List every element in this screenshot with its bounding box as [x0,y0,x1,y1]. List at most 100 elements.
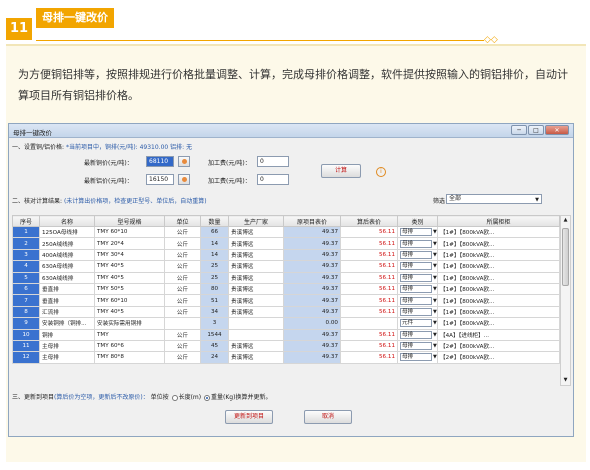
cell-category[interactable]: 母排 ▼ [397,294,438,307]
scrollbar-thumb[interactable] [562,228,569,286]
copper-price-input[interactable]: 68110 [146,156,174,167]
cell-category[interactable]: 母排 ▼ [397,271,438,284]
cell-category[interactable]: 母排 ▼ [397,282,438,296]
copper-price-label: 最新铜价(元/吨)： [84,160,133,167]
cell-maker: 贵溪博远 [228,339,284,353]
copper-fee-input[interactable]: 0 [257,156,289,167]
table-row[interactable]: 1 125OA母线排 TMY 60*10 公斤 66 贵溪博远 49.37 56.11 母排 ▼ 【… [12,225,560,239]
aluminum-price-input[interactable]: 16150 [146,174,174,185]
category-select[interactable]: 母排 [400,353,432,362]
column-header[interactable]: 序号 [12,215,40,227]
chevron-down-icon: ▼ [433,320,437,327]
cell-name: 垂直排 [39,282,95,296]
cell-name: 630A母线排 [39,260,95,273]
cell-qty: 51 [200,294,229,307]
column-header[interactable]: 所属柜柜 [437,215,560,227]
aluminum-picker-icon[interactable] [178,174,190,185]
category-select[interactable]: 母排 [400,285,432,294]
cell-spec: 安装实际需用铜排 [94,317,165,330]
section-divider [36,40,484,41]
cell-qty: 1544 [200,328,229,341]
cancel-button[interactable]: 取消 [304,410,352,424]
column-header[interactable]: 数量 [200,215,229,227]
cell-category[interactable]: 母排 ▼ [397,305,438,319]
cell-orig-price: 49.37 [283,328,341,341]
column-header[interactable]: 单位 [164,215,201,227]
cell-name: 铜排 [39,328,95,341]
row-index: 12 [12,351,40,364]
cell-calc-price: 56.11 [340,351,398,364]
cell-cabinet: 【1#】【800kVA欧... [437,248,560,262]
column-header[interactable]: 原项目表价 [283,215,341,227]
category-select[interactable]: 母排 [400,239,432,248]
table-row[interactable]: 7 垂直排 TMY 60*10 公斤 51 贵溪博远 49.37 56.11 母排 ▼ 【1#】【8… [12,294,560,307]
category-select[interactable]: 母排 [400,262,432,271]
column-header[interactable]: 型号规格 [94,215,165,227]
table-row[interactable]: 3 400A绒线排 TMY 30*4 公斤 14 贵溪博远 49.37 56.11 母排 ▼ 【1#… [12,248,560,262]
weight-radio[interactable] [204,394,211,401]
column-header[interactable]: 类别 [397,215,438,227]
table-row[interactable]: 8 汇流排 TMY 40*5 公斤 34 贵溪博远 49.37 56.11 母排 ▼ 【1#】【80… [12,305,560,319]
calculate-button[interactable]: 计算 [321,164,361,178]
cell-calc-price [340,317,398,330]
row-index: 1 [12,225,40,239]
cell-category[interactable]: 母排 ▼ [397,237,438,250]
scroll-down-icon[interactable]: ▼ [561,376,570,385]
table-row[interactable]: 12 主母排 TMY 80*8 公斤 24 贵溪博远 49.37 56.11 母排 ▼ 【2#】【8… [12,351,560,364]
table-row[interactable]: 2 250A绒线排 TMY 20*4 公斤 14 贵溪博远 49.37 56.11 母排 ▼ 【1#… [12,237,560,250]
close-button[interactable]: ✕ [545,125,569,135]
column-header[interactable]: 生产厂家 [228,215,284,227]
cell-category[interactable]: 母排 ▼ [397,351,438,364]
cell-category[interactable]: 母排 ▼ [397,225,438,239]
cell-category[interactable]: 母排 ▼ [397,339,438,353]
category-select[interactable]: 母排 [400,307,432,316]
cell-calc-price: 56.11 [340,328,398,341]
vertical-scrollbar[interactable]: ▲ ▼ [560,215,571,386]
cell-orig-price: 49.37 [283,305,341,319]
cell-orig-price: 49.37 [283,282,341,296]
table-row[interactable]: 4 630A母线排 TMY 40*5 公斤 25 贵溪博远 49.37 56.11 母排 ▼ 【1#… [12,260,560,273]
weight-option-label[interactable]: 重量(Kg) [211,394,235,401]
aluminum-fee-input[interactable]: 0 [257,174,289,185]
filter-dropdown[interactable]: 全部 ▼ [446,194,542,204]
window-title: 母排一键改价 [13,129,52,137]
cell-qty: 25 [200,271,229,284]
update-to-project-button[interactable]: 更新到项目 [225,410,273,424]
table-row[interactable]: 5 630A绒线排 TMY 40*5 公斤 25 贵溪博远 49.37 56.11 母排 ▼ 【1#… [12,271,560,284]
minimize-button[interactable]: ─ [511,125,527,135]
chevron-down-icon: ▼ [433,229,437,236]
cell-maker [228,328,284,341]
cell-qty: 45 [200,339,229,353]
category-select[interactable]: 元件 [400,319,432,328]
category-select[interactable]: 母排 [400,250,432,259]
cell-category[interactable]: 母排 ▼ [397,328,438,341]
copper-picker-icon[interactable] [178,156,190,167]
table-row[interactable]: 11 主母排 TMY 60*6 公斤 45 贵溪博远 49.37 56.11 母排 ▼ 【2#】【8… [12,339,560,353]
category-select[interactable]: 母排 [400,228,432,237]
cell-category[interactable]: 母排 ▼ [397,248,438,262]
cell-unit: 公斤 [164,248,201,262]
cell-spec: TMY 40*5 [94,305,165,319]
cell-category[interactable]: 母排 ▼ [397,260,438,273]
category-select[interactable]: 母排 [400,330,432,339]
table-row[interactable]: 10 铜排 TMY 公斤 1544 49.37 56.11 母排 ▼ 【4A】【进线柜】... [12,328,560,341]
cell-cabinet: 【1#】【800kVA欧... [437,271,560,284]
column-header[interactable]: 算后表价 [340,215,398,227]
column-header[interactable]: 名称 [39,215,95,227]
cell-unit: 公斤 [164,260,201,273]
maximize-button[interactable]: □ [528,125,544,135]
category-select[interactable]: 母排 [400,342,432,351]
category-select[interactable]: 母排 [400,296,432,305]
info-icon[interactable]: i [376,167,386,177]
cell-unit: 公斤 [164,339,201,353]
cell-calc-price: 56.11 [340,260,398,273]
cell-category[interactable]: 元件 ▼ [397,317,438,330]
table-row[interactable]: 9 安装铜排（铜排... 安装实际需用铜排 3 0.00 元件 ▼ 【1#】【800kVA欧.… [12,317,560,330]
table-row[interactable]: 6 垂直排 TMY 50*5 公斤 80 贵溪博远 49.37 56.11 母排 ▼ 【1#】【80… [12,282,560,296]
scroll-up-icon[interactable]: ▲ [561,216,570,225]
category-select[interactable]: 母排 [400,273,432,282]
aluminum-fee-label: 加工费(元/吨)： [208,178,251,185]
length-option-label[interactable]: 长度(m) [179,394,202,401]
length-radio[interactable] [171,394,178,401]
chevron-down-icon: ▼ [433,297,437,304]
